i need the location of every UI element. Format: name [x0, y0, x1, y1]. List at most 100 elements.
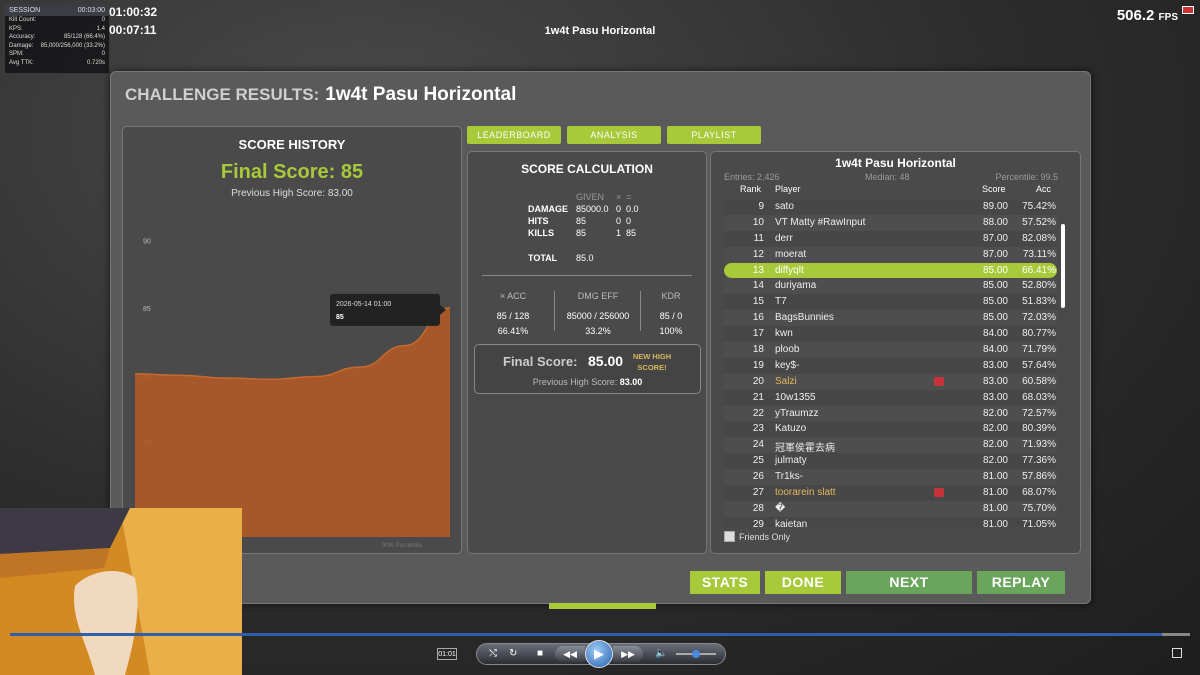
- new-high-score-badge: NEW HIGH SCORE!: [632, 352, 672, 372]
- score-history-panel: 90858075702026-05-14 01:008590th Percent…: [122, 126, 462, 554]
- leaderboard-score: 85.00: [982, 280, 1008, 292]
- leaderboard-rank: 18: [752, 344, 764, 356]
- leaderboard-row[interactable]: 21 10w1355 83.00 68.03%: [724, 389, 1057, 406]
- friends-only-checkbox[interactable]: [724, 531, 735, 542]
- leaderboard-row[interactable]: 16 BagsBunnies 85.00 72.03%: [724, 310, 1057, 327]
- final-score-heading: Final Score: 85: [220, 161, 364, 183]
- damage-efficiency-stat: DMG EFF 85000 / 256000 33.2%: [556, 289, 640, 339]
- stats-button[interactable]: STATS: [690, 571, 760, 594]
- progress-remaining: [1162, 633, 1190, 636]
- leaderboard-rank: 25: [752, 455, 764, 467]
- done-button[interactable]: DONE: [765, 571, 841, 594]
- leaderboard-player: 10w1355: [775, 391, 816, 403]
- leaderboard-row[interactable]: 27 toorarein slatt 81.00 68.07%: [724, 485, 1057, 501]
- leaderboard-row[interactable]: 11 derr 87.00 82.08%: [724, 230, 1057, 247]
- leaderboard-player: kaietan: [775, 518, 808, 527]
- player-badge-icon: [934, 488, 944, 498]
- leaderboard-row[interactable]: 28 � 81.00 75.70%: [724, 500, 1057, 517]
- leaderboard-rank: 14: [752, 280, 764, 292]
- leaderboard-rank: 19: [752, 359, 764, 371]
- session-stats-overlay: SESSION 00:03:00 Kill Count: 0 KPS: 1.4 Acc…: [4, 4, 110, 74]
- next-button[interactable]: NEXT: [846, 571, 972, 594]
- leaderboard-list[interactable]: 9 sato 89.00 75.42% 10 VT Matty #RawInput 88.0…: [724, 199, 1057, 527]
- leaderboard-acc: 57.52%: [1022, 216, 1056, 228]
- leaderboard-acc: 68.03%: [1022, 391, 1056, 403]
- volume-slider[interactable]: [676, 650, 716, 658]
- fps-value: 506.2: [1116, 7, 1155, 24]
- leaderboard-player: �: [775, 502, 786, 514]
- tab-leaderboard[interactable]: LEADERBOARD: [467, 126, 561, 144]
- leaderboard-title: 1w4t Pasu Horizontal: [835, 156, 956, 170]
- leaderboard-player: Salzi: [775, 375, 797, 387]
- leaderboard-row[interactable]: 12 moerat 87.00 73.11%: [724, 246, 1057, 263]
- video-progress-bar[interactable]: [10, 633, 1190, 636]
- final-score-label: Final Score:: [503, 354, 578, 369]
- leaderboard-player: kwn: [775, 328, 793, 340]
- leaderboard-acc: 75.42%: [1022, 201, 1056, 212]
- fullscreen-icon[interactable]: [1172, 648, 1182, 658]
- previous-high-score-line: Previous High Score: 83.00: [475, 377, 700, 387]
- volume-knob[interactable]: [692, 650, 700, 658]
- rewind-button[interactable]: ◀◀: [555, 646, 585, 662]
- friends-only-toggle[interactable]: Friends Only: [724, 531, 790, 542]
- leaderboard-score: 89.00: [982, 201, 1008, 212]
- leaderboard-score: 83.00: [982, 359, 1008, 371]
- challenge-results-panel: CHALLENGE RESULTS: 1w4t Pasu Horizontal 9…: [110, 71, 1091, 604]
- leaderboard-rank: 17: [752, 328, 764, 340]
- stat-label: Damage:: [9, 42, 34, 49]
- leaderboard-row[interactable]: 29 kaietan 81.00 71.05%: [724, 516, 1057, 527]
- leaderboard-player: BagsBunnies: [775, 312, 834, 324]
- leaderboard-score: 88.00: [982, 216, 1008, 228]
- stat-value: 85,000/256,000 (33.2%): [40, 42, 105, 49]
- leaderboard-row[interactable]: 20 Salzi 83.00 60.58%: [724, 373, 1057, 390]
- leaderboard-row[interactable]: 24 冠軍侯霍去病 82.00 71.93%: [724, 437, 1057, 455]
- session-label: SESSION: [9, 7, 41, 14]
- leaderboard-row[interactable]: 26 Tr1ks- 81.00 57.86%: [724, 469, 1057, 486]
- leaderboard-row[interactable]: 23 Katuzo 82.00 80.39%: [724, 421, 1057, 438]
- leaderboard-rank: 28: [752, 502, 764, 514]
- leaderboard-row[interactable]: 19 key$- 83.00 57.64%: [724, 357, 1057, 374]
- stop-icon[interactable]: ■: [537, 648, 543, 659]
- leaderboard-row[interactable]: 17 kwn 84.00 80.77%: [724, 326, 1057, 343]
- leaderboard-score: 87.00: [982, 232, 1008, 244]
- leaderboard-row[interactable]: 14 duriyama 85.00 52.80%: [724, 278, 1057, 295]
- leaderboard-row[interactable]: 22 yTraumzz 82.00 72.57%: [724, 405, 1057, 422]
- volume-icon[interactable]: 🔈: [655, 648, 667, 659]
- kills-result: 85: [626, 228, 637, 238]
- tab-playlist[interactable]: PLAYLIST: [667, 126, 761, 144]
- leaderboard-scrollbar[interactable]: [1061, 224, 1065, 308]
- repeat-icon[interactable]: ↻: [509, 648, 517, 659]
- leaderboard-panel: 1w4t Pasu Horizontal Entries: 2,426 Medi…: [710, 151, 1081, 554]
- leaderboard-row[interactable]: 13 diffyqlt 85.00 66.41%: [724, 262, 1057, 279]
- replay-button[interactable]: REPLAY: [977, 571, 1065, 594]
- shuffle-icon[interactable]: ⤭: [489, 648, 497, 659]
- leaderboard-acc: 80.77%: [1022, 328, 1056, 340]
- leaderboard-score: 82.00: [982, 407, 1008, 419]
- leaderboard-row[interactable]: 9 sato 89.00 75.42%: [724, 199, 1057, 215]
- leaderboard-row[interactable]: 25 julmaty 82.00 77.36%: [724, 453, 1057, 470]
- leaderboard-score: 81.00: [982, 518, 1008, 527]
- leaderboard-player: 冠軍侯霍去病: [775, 443, 835, 455]
- leaderboard-score: 81.00: [982, 487, 1008, 499]
- leaderboard-row[interactable]: 15 T7 85.00 51.83%: [724, 294, 1057, 311]
- kills-multiplier: 1: [616, 228, 622, 238]
- leaderboard-score: 85.00: [982, 296, 1008, 308]
- leaderboard-row[interactable]: 10 VT Matty #RawInput 88.00 57.52%: [724, 214, 1057, 231]
- leaderboard-acc: 51.83%: [1022, 296, 1056, 308]
- leaderboard-player: VT Matty #RawInput: [775, 216, 866, 228]
- stat-value: 0: [101, 51, 105, 57]
- leaderboard-rank: 10: [752, 216, 764, 228]
- leaderboard-player: key$-: [775, 359, 800, 371]
- play-button[interactable]: ▶: [585, 640, 613, 668]
- hits-multiplier: 0: [616, 216, 622, 226]
- tab-analysis[interactable]: ANALYSIS: [567, 126, 661, 144]
- hits-given: 85: [576, 216, 587, 226]
- leaderboard-player: Katuzo: [775, 423, 807, 435]
- divider: [640, 291, 641, 331]
- leaderboard-score: 84.00: [982, 328, 1008, 340]
- fast-forward-button[interactable]: ▶▶: [613, 646, 643, 662]
- score-calculation-panel: SCORE CALCULATION GIVEN × = DAMAGE 85000…: [467, 151, 707, 554]
- calc-table: GIVEN × = DAMAGE 85000.0 0 0.0 HITS 85 0…: [468, 152, 708, 272]
- leaderboard-row[interactable]: 18 ploob 84.00 71.79%: [724, 342, 1057, 358]
- leaderboard-acc: 71.93%: [1022, 439, 1056, 451]
